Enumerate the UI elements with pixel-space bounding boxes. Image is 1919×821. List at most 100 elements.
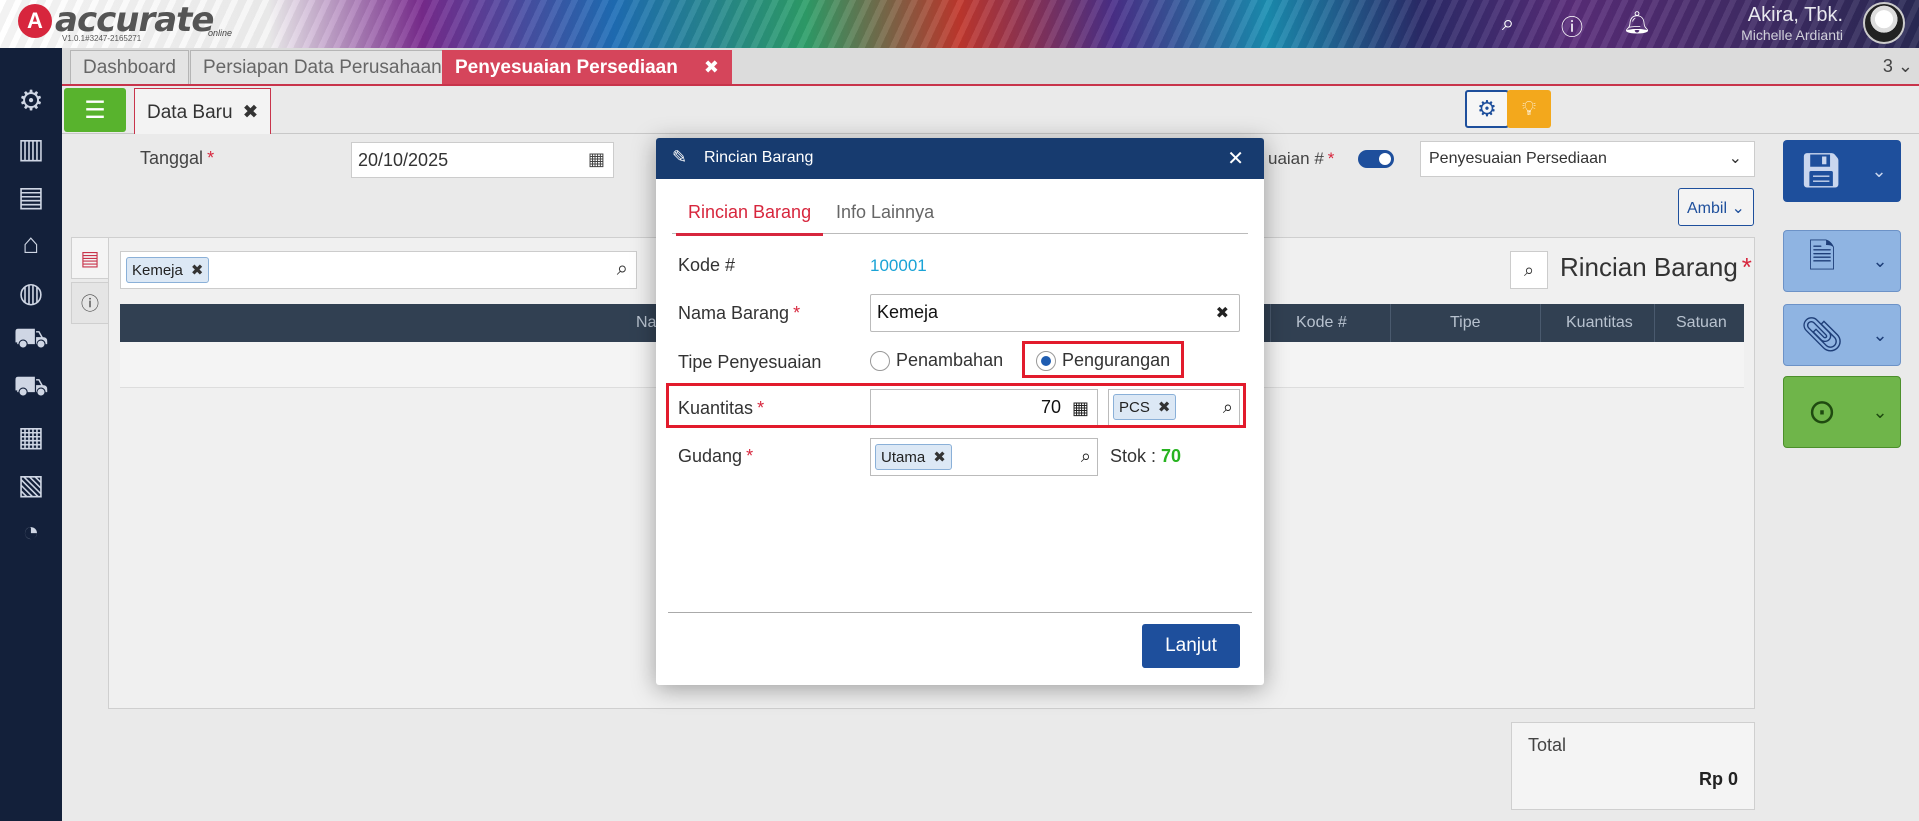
search-icon[interactable]: ⌕ xyxy=(617,258,628,281)
ambil-button[interactable]: Ambil ⌄ xyxy=(1678,188,1754,226)
ledger-book-icon[interactable]: ▤ xyxy=(13,178,49,214)
input-value: Kemeja xyxy=(877,302,939,322)
tab-label: Data Baru xyxy=(147,102,233,123)
main-tabbar: Dashboard Persiapan Data Perusahaan Peny… xyxy=(62,48,1919,86)
header-icons: ⌕ ⓘ 🔔︎ xyxy=(1495,10,1651,42)
chevron-down-icon[interactable]: ⌄ xyxy=(1860,251,1900,272)
tax-icon[interactable]: ▧ xyxy=(13,466,49,502)
attachment-button[interactable]: 📎︎ ⌄ xyxy=(1783,304,1901,366)
avatar[interactable] xyxy=(1863,2,1905,44)
help-icon[interactable]: ⓘ xyxy=(1559,10,1585,42)
col-tipe[interactable]: Tipe xyxy=(1450,314,1481,332)
gudang-input[interactable]: Utama ✖ ⌕ xyxy=(870,438,1098,476)
tab-penyesuaian-persediaan[interactable]: Penyesuaian Persediaan ✖ xyxy=(442,50,732,84)
settings-gear-icon[interactable]: ⚙ xyxy=(13,82,49,118)
bell-icon[interactable]: 🔔︎ xyxy=(1623,10,1651,42)
user-role: Michelle Ardianti xyxy=(1741,27,1843,43)
info-tab-icon[interactable]: ⓘ xyxy=(71,282,109,324)
tips-button[interactable]: 💡︎ xyxy=(1507,90,1551,128)
highlight-box-pengurangan xyxy=(1022,341,1184,378)
tab-dashboard[interactable]: Dashboard xyxy=(70,50,189,84)
bank-icon[interactable]: ⌂ xyxy=(13,226,49,262)
nama-barang-label: Nama Barang * xyxy=(678,303,801,323)
highlight-box-kuantitas xyxy=(666,383,1246,428)
transaction-type-select[interactable]: Penyesuaian Persediaan ⌄ xyxy=(1420,141,1755,177)
chip-label: Kemeja xyxy=(132,261,183,279)
lanjut-button[interactable]: Lanjut xyxy=(1142,624,1240,668)
tanggal-label: Tanggal * xyxy=(140,148,215,168)
left-sidebar: ⚙ ▥ ▤ ⌂ ◍ ⛟ ⛟ ▦ ▧ ◔ xyxy=(0,48,62,821)
item-search-input[interactable]: Kemeja ✖ ⌕ xyxy=(120,251,637,289)
auto-number-toggle[interactable] xyxy=(1358,150,1394,168)
user-name: Akira, Tbk. xyxy=(1747,4,1843,26)
logo-badge-icon: A xyxy=(18,4,52,38)
grid-search-button[interactable]: ⌕ xyxy=(1510,251,1548,289)
sales-cart-icon[interactable]: ⛟ xyxy=(13,370,49,406)
list-view-button[interactable]: ☰ xyxy=(64,88,126,132)
dialog-header: ✎ Rincian Barang ✕ xyxy=(656,138,1264,179)
print-document-button[interactable]: 🗎 ⌄ xyxy=(1783,230,1901,292)
tab-label: Persiapan Data Perusahaan xyxy=(203,57,442,78)
col-kuantitas[interactable]: Kuantitas xyxy=(1566,314,1633,332)
search-icon: ⌕ xyxy=(1523,259,1535,280)
rincian-barang-dialog: ✎ Rincian Barang ✕ Rincian Barang Info L… xyxy=(656,138,1264,685)
chevron-down-icon[interactable]: ⌄ xyxy=(1859,161,1899,182)
kode-label: Kode # xyxy=(678,255,736,275)
tab-info-lainnya[interactable]: Info Lainnya xyxy=(824,202,946,233)
chip-remove-icon[interactable]: ✖ xyxy=(191,261,204,279)
report-chart-icon[interactable]: ◔ xyxy=(13,514,49,550)
kode-value[interactable]: 100001 xyxy=(870,256,927,276)
close-tab-icon[interactable]: ✖ xyxy=(243,102,259,123)
tab-rincian-barang[interactable]: Rincian Barang xyxy=(676,202,824,236)
total-label: Total xyxy=(1528,735,1567,755)
stock-value: 70 xyxy=(1161,446,1182,466)
inventory-icon[interactable]: ▦ xyxy=(13,418,49,454)
search-icon[interactable]: ⌕ xyxy=(1495,10,1521,42)
dialog-divider xyxy=(668,612,1252,613)
form-settings-button[interactable]: ⚙ xyxy=(1465,90,1509,128)
more-actions-button[interactable]: ⊙ ⌄ xyxy=(1783,376,1901,448)
save-button[interactable]: 💾︎ ⌄ xyxy=(1783,140,1901,202)
company-building-icon[interactable]: ▥ xyxy=(13,130,49,166)
chevron-down-icon[interactable]: ⌄ xyxy=(1860,325,1900,346)
search-icon[interactable]: ⌕ xyxy=(1081,446,1091,467)
gudang-label: Gudang * xyxy=(678,446,754,466)
tab-count[interactable]: 3 ⌄ xyxy=(1883,56,1913,77)
money-bag-icon[interactable]: ◍ xyxy=(13,274,49,310)
close-icon[interactable]: ✕ xyxy=(1227,146,1244,171)
user-info[interactable]: Akira, Tbk. Michelle Ardianti xyxy=(1741,4,1843,43)
item-chip[interactable]: Kemeja ✖ xyxy=(126,257,210,283)
clear-icon[interactable]: ✖ xyxy=(1216,303,1229,323)
radio-penambahan[interactable]: Penambahan xyxy=(870,350,1003,371)
total-value: Rp 0 xyxy=(1698,769,1738,789)
col-kode[interactable]: Kode # xyxy=(1296,314,1347,332)
dialog-title: Rincian Barang xyxy=(704,149,814,166)
more-dots-icon: ⊙ xyxy=(1807,393,1837,431)
tab-data-baru[interactable]: Data Baru ✖ xyxy=(134,88,272,134)
app-logo[interactable]: A accurate xyxy=(18,2,214,38)
gear-icon: ⚙ xyxy=(1477,96,1497,121)
document-tab-icon[interactable]: ▤ xyxy=(71,237,109,279)
stock-info: Stok : 70 xyxy=(1110,446,1181,467)
col-satuan[interactable]: Satuan xyxy=(1676,314,1727,332)
chevron-down-icon[interactable]: ⌄ xyxy=(1860,402,1900,423)
total-box: Total Rp 0 xyxy=(1511,722,1755,810)
chevron-down-icon: ⌄ xyxy=(1728,150,1742,167)
nama-barang-input[interactable]: Kemeja ✖ xyxy=(870,294,1240,332)
tab-persiapan-data[interactable]: Persiapan Data Perusahaan xyxy=(190,50,455,84)
radio-circle-icon xyxy=(870,350,890,371)
pencil-icon: ✎ xyxy=(672,147,688,167)
cart-icon[interactable]: ⛟ xyxy=(13,322,49,358)
app-version: V1.0.1#3247-2165271 xyxy=(62,34,142,43)
tab-label: Penyesuaian Persediaan xyxy=(455,57,678,78)
calendar-icon[interactable]: ▦ xyxy=(588,149,605,170)
tipe-penyesuaian-label: Tipe Penyesuaian xyxy=(678,352,822,372)
col-nama[interactable]: Na xyxy=(636,314,656,332)
top-header: A accurate online V1.0.1#3247-2165271 ⌕ … xyxy=(0,0,1919,48)
close-tab-icon[interactable]: ✖ xyxy=(704,57,719,77)
warehouse-chip[interactable]: Utama ✖ xyxy=(875,444,952,470)
radio-label: Penambahan xyxy=(896,350,1004,370)
floppy-disk-icon: 💾︎ xyxy=(1799,152,1843,190)
chip-remove-icon[interactable]: ✖ xyxy=(933,448,946,466)
tanggal-input[interactable]: 20/10/2025 ▦ xyxy=(351,142,614,178)
